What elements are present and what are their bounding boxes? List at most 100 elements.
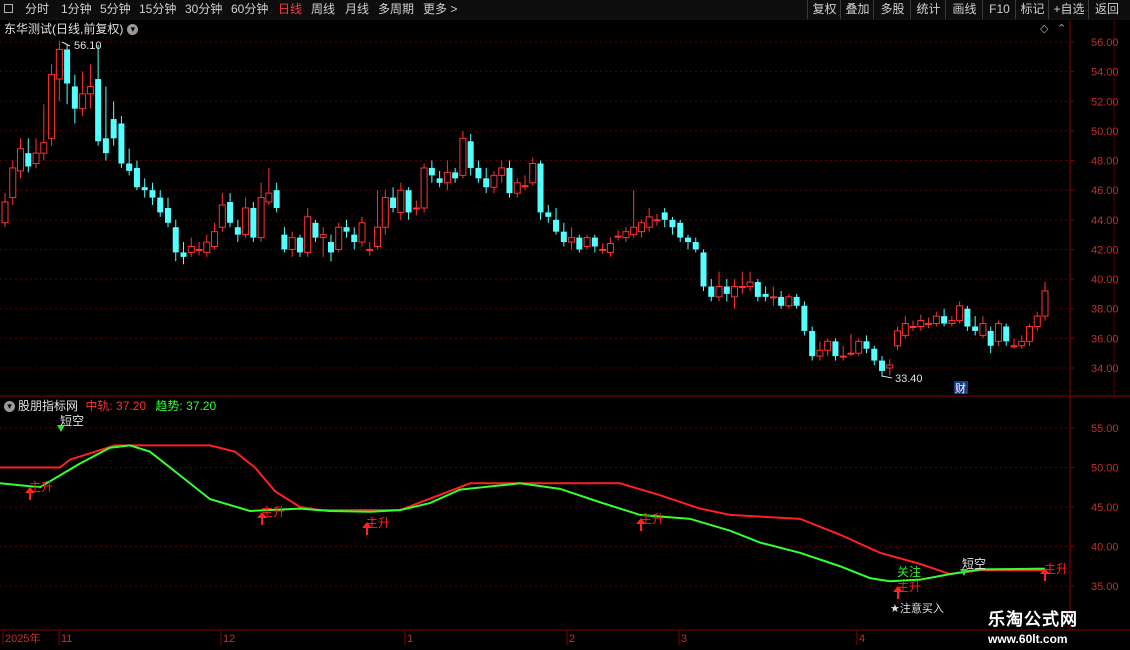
candle-body bbox=[606, 243, 614, 253]
candle-body bbox=[972, 326, 979, 331]
candle-body bbox=[731, 286, 739, 298]
candle-body bbox=[319, 234, 327, 239]
watermark-url: www.60lt.com bbox=[988, 632, 1068, 646]
candle-body bbox=[871, 348, 878, 361]
candle-body bbox=[553, 219, 560, 232]
chevron-up-icon[interactable]: ⌃ bbox=[1057, 22, 1066, 36]
candle-body bbox=[669, 219, 676, 228]
indicator-tick-label: 50.00 bbox=[1091, 463, 1119, 475]
candle-body bbox=[1003, 326, 1010, 342]
x-axis-label: 2025年 bbox=[5, 631, 40, 645]
x-axis-label: 1 bbox=[407, 633, 413, 645]
candle-body bbox=[157, 197, 164, 213]
indicator-tick-label: 35.00 bbox=[1091, 581, 1119, 593]
chevron-down-icon[interactable]: ▾ bbox=[127, 24, 139, 36]
trend-value: 37.20 bbox=[186, 399, 217, 413]
candle-body bbox=[917, 320, 925, 328]
candle-body bbox=[187, 245, 195, 253]
candle-body bbox=[948, 320, 956, 325]
candle-body bbox=[738, 286, 746, 288]
candle-body bbox=[630, 226, 638, 236]
candle-body bbox=[133, 167, 140, 188]
candle-body bbox=[583, 237, 591, 247]
trend-label: 趋势: bbox=[155, 399, 183, 413]
candle-body bbox=[847, 352, 855, 355]
trend-line bbox=[0, 444, 1046, 583]
candle-body bbox=[894, 330, 902, 347]
x-axis-label: 4 bbox=[859, 633, 865, 645]
chevron-down-icon[interactable]: ▾ bbox=[4, 401, 15, 413]
candle-body bbox=[855, 340, 863, 354]
candle-body bbox=[677, 222, 684, 238]
candle-body bbox=[637, 222, 645, 233]
candle-body bbox=[785, 296, 793, 307]
mid-label: 中轨: bbox=[85, 399, 113, 413]
candle-body bbox=[218, 204, 226, 228]
candle-body bbox=[746, 281, 754, 287]
candle-body bbox=[335, 226, 343, 250]
candle-body bbox=[64, 49, 71, 84]
low-price-label: 33.40 bbox=[895, 373, 923, 385]
signal-main-rise-label: 主升 bbox=[29, 480, 53, 494]
candle-body bbox=[242, 207, 250, 236]
candle-body bbox=[172, 227, 179, 253]
signal-watch-label: 关注 bbox=[897, 564, 921, 579]
diamond-icon[interactable]: ◇ bbox=[1040, 22, 1048, 36]
candle-body bbox=[941, 316, 948, 324]
finance-badge: 财 bbox=[955, 381, 966, 395]
candle-body bbox=[459, 137, 467, 176]
candle-body bbox=[32, 152, 40, 165]
signal-main-rise-label: 主升 bbox=[1044, 562, 1068, 576]
candle-body bbox=[537, 163, 544, 213]
price-tick-label: 50.00 bbox=[1091, 126, 1119, 138]
candle-body bbox=[762, 293, 769, 297]
candle-body bbox=[273, 190, 280, 208]
candle-body bbox=[327, 242, 334, 253]
candle-body bbox=[1010, 345, 1018, 348]
signal-short-label: 短空 bbox=[962, 557, 986, 571]
candle-body bbox=[25, 153, 32, 167]
candle-body bbox=[420, 167, 428, 209]
mid-band-line bbox=[0, 444, 1045, 576]
price-tick-label: 36.00 bbox=[1091, 333, 1119, 345]
candle-body bbox=[288, 237, 296, 250]
price-tick-label: 48.00 bbox=[1091, 156, 1119, 168]
candle-body bbox=[452, 172, 459, 179]
candle-body bbox=[436, 178, 443, 183]
high-price-label: 56.10 bbox=[74, 40, 102, 52]
signal-main-rise-label: 主升 bbox=[640, 512, 664, 526]
candle-body bbox=[343, 227, 350, 232]
candle-body bbox=[645, 216, 653, 228]
candle-body bbox=[1025, 326, 1033, 342]
candle-body bbox=[304, 216, 312, 253]
candle-body bbox=[1041, 290, 1049, 317]
watermark: 乐淘公式网 www.60lt.com bbox=[988, 605, 1108, 647]
candle-body bbox=[475, 167, 482, 179]
candle-body bbox=[141, 187, 148, 191]
candle-body bbox=[296, 237, 303, 253]
stock-title: 东华测试(日线,前复权) bbox=[4, 22, 124, 36]
x-axis-label: 3 bbox=[681, 633, 687, 645]
candle-body bbox=[529, 163, 537, 184]
candle-body bbox=[521, 185, 529, 188]
kline-chart[interactable]: 56.1033.40财 短空主升主升主升 主升关注主升短空 主升★注意买入 56.0… bbox=[0, 0, 1130, 650]
candle-body bbox=[824, 340, 832, 351]
chart-title-bar: 东华测试(日线,前复权) ▾ bbox=[4, 21, 139, 37]
candle-body bbox=[281, 234, 288, 250]
candle-body bbox=[195, 248, 203, 251]
indicator-title-bar: ▾ 股朋指标网 中轨: 37.20 趋势: 37.20 bbox=[4, 398, 216, 414]
price-tick-label: 38.00 bbox=[1091, 304, 1119, 316]
candle-body bbox=[397, 189, 405, 213]
candle-body bbox=[405, 190, 412, 213]
price-tick-label: 34.00 bbox=[1091, 363, 1119, 375]
candle-body bbox=[55, 48, 63, 80]
candle-body bbox=[925, 323, 933, 326]
candle-body bbox=[560, 231, 567, 243]
candle-body bbox=[79, 93, 87, 110]
candle-body bbox=[708, 286, 715, 297]
candle-body bbox=[257, 197, 265, 239]
candle-body bbox=[149, 190, 156, 198]
candle-body bbox=[809, 330, 816, 357]
candle-body bbox=[374, 226, 382, 247]
candle-body bbox=[599, 248, 607, 251]
